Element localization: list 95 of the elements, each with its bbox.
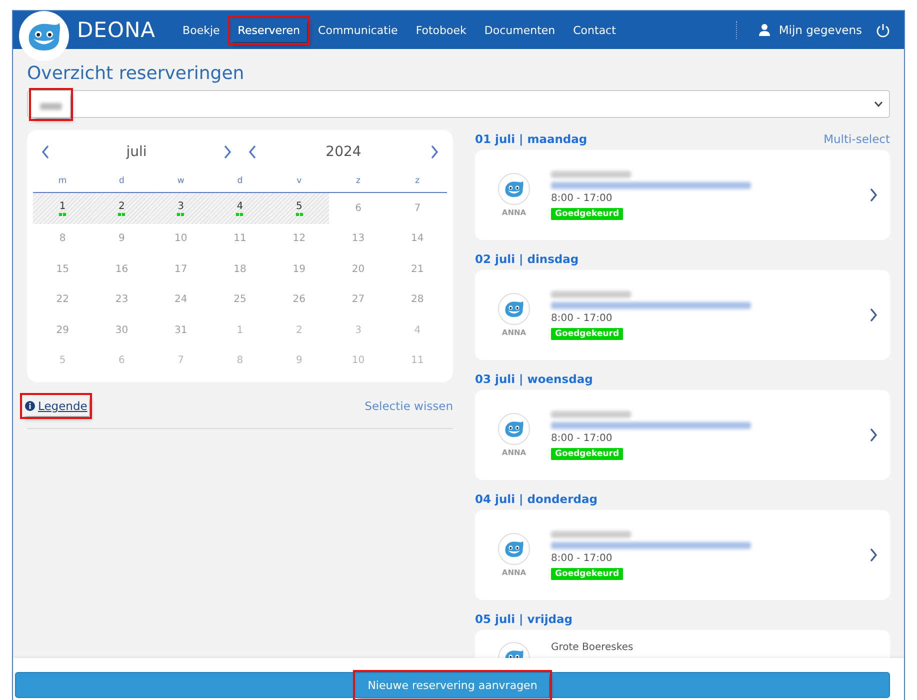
chevron-down-icon bbox=[874, 101, 883, 107]
calendar-day[interactable]: 6 bbox=[92, 346, 152, 376]
calendar-day[interactable]: 4 bbox=[210, 193, 270, 224]
weekday-label: z bbox=[328, 168, 388, 193]
calendar-day[interactable]: 8 bbox=[33, 224, 92, 254]
calendar-day[interactable]: 16 bbox=[92, 254, 152, 284]
nav-link[interactable]: Fotoboek bbox=[408, 18, 474, 42]
legend-link[interactable]: Legende bbox=[23, 396, 90, 416]
multi-select-link[interactable]: Multi-select bbox=[824, 132, 890, 146]
calendar-day[interactable]: 1 bbox=[210, 315, 270, 346]
status-badge: Goedgekeurd bbox=[551, 208, 624, 220]
calendar-day[interactable]: 8 bbox=[210, 346, 270, 376]
date-heading: 04 juli | donderdag bbox=[475, 492, 598, 506]
logo[interactable] bbox=[19, 11, 69, 61]
calendar-day[interactable]: 5 bbox=[270, 193, 329, 224]
calendar-day[interactable]: 21 bbox=[388, 254, 447, 284]
clear-selection-link[interactable]: Selectie wissen bbox=[364, 399, 453, 413]
calendar-day[interactable]: 20 bbox=[328, 254, 388, 284]
calendar-day[interactable]: 14 bbox=[388, 224, 447, 254]
status-badge: Goedgekeurd bbox=[551, 328, 624, 340]
chevron-right-icon bbox=[869, 428, 878, 442]
calendar-day[interactable]: 13 bbox=[328, 224, 388, 254]
mascot-icon bbox=[503, 540, 525, 558]
reservation-card[interactable]: Grote Boereskes bbox=[475, 630, 890, 658]
next-month-button[interactable] bbox=[222, 145, 232, 159]
calendar-day[interactable]: 28 bbox=[388, 284, 447, 315]
calendar-day[interactable]: 15 bbox=[33, 254, 92, 284]
calendar-day[interactable]: 29 bbox=[33, 315, 92, 346]
chevron-right-icon bbox=[222, 145, 232, 159]
calendar-day[interactable]: 7 bbox=[388, 193, 447, 224]
calendar-day[interactable]: 18 bbox=[210, 254, 270, 284]
calendar-day[interactable]: 17 bbox=[151, 254, 210, 284]
weekday-label: z bbox=[388, 168, 447, 193]
next-year-button[interactable] bbox=[430, 145, 439, 159]
nav-link[interactable]: Documenten bbox=[477, 18, 562, 42]
mascot-icon bbox=[503, 180, 525, 198]
calendar-day[interactable]: 27 bbox=[328, 284, 388, 315]
calendar-day[interactable]: 11 bbox=[210, 224, 270, 254]
status-badge: Goedgekeurd bbox=[551, 568, 624, 580]
calendar-day[interactable]: 19 bbox=[270, 254, 329, 284]
nav-link[interactable]: Communicatie bbox=[311, 18, 405, 42]
page-title: Overzicht reserveringen bbox=[27, 63, 246, 84]
reservation-title: Grote Boereskes bbox=[551, 642, 634, 653]
time-range: 8:00 - 17:00 bbox=[551, 432, 614, 444]
calendar-day[interactable]: 7 bbox=[151, 346, 210, 376]
power-icon[interactable] bbox=[876, 22, 890, 38]
mascot-icon bbox=[503, 300, 525, 318]
chevron-right-icon bbox=[869, 188, 878, 202]
time-range: 8:00 - 17:00 bbox=[551, 552, 614, 564]
calendar-day[interactable]: 3 bbox=[328, 315, 388, 346]
chevron-left-icon bbox=[248, 145, 257, 159]
calendar-day[interactable]: 9 bbox=[92, 224, 152, 254]
time-range: 8:00 - 17:00 bbox=[551, 192, 614, 204]
calendar-day[interactable]: 25 bbox=[210, 284, 270, 315]
nav-link[interactable]: Contact bbox=[566, 18, 623, 42]
calendar-day[interactable]: 23 bbox=[92, 284, 152, 315]
calendar-day[interactable]: 10 bbox=[151, 224, 210, 254]
info-icon bbox=[25, 401, 35, 411]
calendar-day[interactable]: 5 bbox=[33, 346, 92, 376]
brand-name: DEONA bbox=[77, 18, 156, 42]
calendar-day[interactable]: 3 bbox=[151, 193, 210, 224]
user-icon bbox=[758, 24, 770, 36]
calendar-day[interactable]: 31 bbox=[151, 315, 210, 346]
calendar-day[interactable]: 24 bbox=[151, 284, 210, 315]
date-heading: 02 juli | dinsdag bbox=[475, 252, 579, 266]
calendar-day[interactable]: 30 bbox=[92, 315, 152, 346]
time-range: 8:00 - 17:00 bbox=[551, 312, 614, 324]
date-heading: 05 juli | vrijdag bbox=[475, 612, 573, 626]
account-link[interactable]: Mijn gegevens bbox=[758, 23, 862, 37]
calendar-day[interactable]: 22 bbox=[33, 284, 92, 315]
mascot-icon bbox=[503, 420, 525, 438]
calendar-day[interactable]: 2 bbox=[92, 193, 152, 224]
chevron-left-icon bbox=[41, 145, 50, 159]
calendar-day[interactable]: 4 bbox=[388, 315, 447, 346]
month-label: juli bbox=[126, 144, 147, 160]
calendar-day[interactable]: 10 bbox=[328, 346, 388, 376]
calendar-day[interactable]: 26 bbox=[270, 284, 329, 315]
calendar-day[interactable]: 1 bbox=[33, 193, 92, 224]
calendar-day[interactable]: 9 bbox=[270, 346, 329, 376]
date-heading: 03 juli | woensdag bbox=[475, 372, 593, 386]
chevron-right-icon bbox=[869, 308, 878, 322]
nav-link[interactable]: Boekje bbox=[176, 18, 227, 42]
calendar-day[interactable]: 12 bbox=[270, 224, 329, 254]
calendar-day[interactable]: 11 bbox=[388, 346, 447, 376]
prev-year-button[interactable] bbox=[248, 145, 257, 159]
chevron-right-icon bbox=[869, 548, 878, 562]
calendar-day[interactable]: 6 bbox=[328, 193, 388, 224]
chevron-right-icon bbox=[430, 145, 439, 159]
date-heading: 01 juli | maandag bbox=[475, 132, 588, 146]
year-label: 2024 bbox=[326, 144, 362, 160]
nav-link[interactable]: Reserveren bbox=[230, 18, 308, 42]
calendar-day[interactable]: 2 bbox=[270, 315, 329, 346]
status-badge: Goedgekeurd bbox=[551, 448, 624, 460]
prev-month-button[interactable] bbox=[41, 145, 50, 159]
new-reservation-button[interactable]: Nieuwe reservering aanvragen bbox=[15, 672, 890, 698]
